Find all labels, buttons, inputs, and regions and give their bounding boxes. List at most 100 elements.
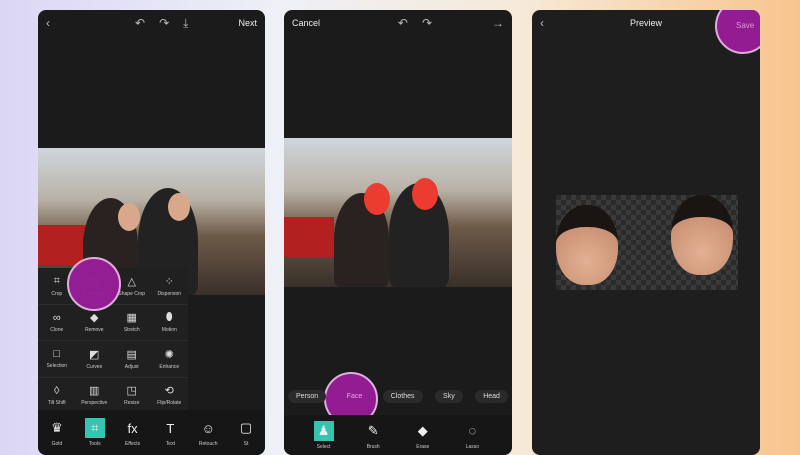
toolbar-label: Effects bbox=[124, 441, 141, 447]
tool-label: Adjust bbox=[124, 363, 139, 370]
selection-tool-label: Erase bbox=[416, 443, 430, 450]
chip-head[interactable]: Head bbox=[475, 390, 508, 403]
selection-tool-icon: ◌ bbox=[468, 423, 477, 438]
toolbar-item[interactable]: ▢ St bbox=[236, 418, 256, 447]
photo bbox=[284, 138, 512, 287]
tool-icon: ⬮ bbox=[165, 311, 173, 324]
tool-item[interactable]: ▥ Perspective bbox=[75, 378, 113, 414]
preview-screen: ‹ Preview Save bbox=[532, 10, 760, 455]
tool-label: Selection bbox=[46, 363, 68, 370]
tool-icon: △ bbox=[127, 275, 136, 288]
selection-tool[interactable]: ♟ Select bbox=[313, 420, 334, 450]
toolbar-label: St bbox=[243, 441, 249, 447]
selection-tool[interactable]: ◌ Lasso bbox=[462, 421, 482, 450]
tool-icon: ◩ bbox=[89, 348, 100, 361]
transparent-canvas bbox=[556, 195, 738, 290]
tool-item[interactable]: ◊ Tilt Shift bbox=[38, 378, 76, 414]
bottom-toolbar: ♛ Gold ⌗ Tools fx Effects T Text ☺ Retouch ▢ St bbox=[38, 410, 265, 455]
redo-icon[interactable]: ↷ bbox=[159, 16, 169, 30]
toolbar-item[interactable]: ☺ Retouch bbox=[198, 418, 218, 448]
tool-icon: ∞ bbox=[52, 311, 61, 324]
toolbar-item[interactable]: ⌗ Tools bbox=[84, 418, 105, 447]
toolbar-icon: T bbox=[166, 420, 175, 436]
tool-item[interactable]: □ Selection bbox=[38, 341, 76, 378]
toolbar-icon: ♛ bbox=[51, 420, 63, 435]
select-screen: Cancel ↶ ↷ → Person Face Clothes Sky Head ♟ S… bbox=[284, 10, 512, 455]
next-button[interactable]: Next bbox=[238, 18, 257, 28]
selection-tool-icon: ♟ bbox=[313, 420, 334, 441]
selection-tool-icon: ◆ bbox=[417, 422, 428, 438]
tool-label: Crop bbox=[51, 290, 63, 297]
cutout-face bbox=[671, 195, 733, 275]
tool-label: Remove bbox=[84, 327, 104, 334]
tool-icon: ▤ bbox=[126, 348, 137, 361]
tool-label: Motion bbox=[161, 327, 177, 334]
tool-icon: ▦ bbox=[126, 312, 137, 325]
selection-tool-label: Lasso bbox=[465, 443, 480, 450]
cancel-button[interactable]: Cancel bbox=[292, 18, 320, 28]
selection-tool[interactable]: ◆ Erase bbox=[413, 421, 433, 450]
toolbar-item[interactable]: T Text bbox=[160, 418, 180, 448]
top-bar: Cancel ↶ ↷ → bbox=[284, 10, 512, 36]
toolbar-label: Retouch bbox=[198, 441, 218, 447]
back-icon[interactable]: ‹ bbox=[540, 16, 544, 30]
tool-icon: ✺ bbox=[164, 348, 174, 361]
tool-item[interactable]: ▤ Adjust bbox=[113, 341, 151, 378]
toolbar-icon: ⌗ bbox=[84, 418, 105, 438]
chip-person[interactable]: Person bbox=[288, 390, 327, 403]
selection-tool-icon: ✎ bbox=[367, 422, 379, 438]
download-icon[interactable]: ⤓ bbox=[183, 16, 188, 31]
tool-item[interactable]: ▦ Stretch bbox=[113, 305, 151, 341]
editor-screen: ‹ ↶ ↷ ⤓ Next ⌗Crop⬭Free Crop△Shape Crop⁘… bbox=[38, 10, 265, 455]
toolbar-icon: fx bbox=[127, 420, 138, 436]
tool-icon: ◳ bbox=[126, 385, 137, 398]
toolbar-item[interactable]: ♛ Gold bbox=[47, 418, 67, 447]
next-arrow-icon[interactable]: → bbox=[492, 16, 504, 30]
tool-item[interactable]: ◩ Curves bbox=[75, 341, 113, 378]
undo-icon[interactable]: ↶ bbox=[135, 16, 145, 30]
chip-sky[interactable]: Sky bbox=[435, 390, 463, 403]
tool-icon: ⁘ bbox=[164, 275, 174, 288]
cutout-face bbox=[556, 205, 618, 285]
category-chips: Person Face Clothes Sky Head bbox=[288, 390, 508, 403]
chip-clothes[interactable]: Clothes bbox=[382, 390, 423, 403]
redo-icon[interactable]: ↷ bbox=[422, 16, 432, 30]
tool-icon: ▥ bbox=[89, 385, 100, 398]
tool-icon: □ bbox=[53, 348, 61, 361]
toolbar-icon: ▢ bbox=[239, 420, 253, 435]
tool-icon: ◊ bbox=[54, 384, 60, 397]
tool-icon: ◆ bbox=[90, 312, 99, 325]
tool-icon: ⌗ bbox=[53, 274, 60, 287]
toolbar-label: Gold bbox=[51, 441, 63, 447]
tool-label: Perspective bbox=[81, 400, 108, 407]
toolbar-item[interactable]: fx Effects bbox=[123, 418, 143, 448]
tool-label: Shape Crop bbox=[118, 290, 146, 297]
tool-label: Flip/Rotate bbox=[157, 400, 182, 407]
selection-tool-label: Select bbox=[316, 443, 331, 450]
selection-tool-label: Brush bbox=[366, 443, 380, 450]
tool-item[interactable]: ⟲ Flip/Rotate bbox=[150, 378, 188, 414]
bottom-toolbar: ♟ Select ✎ Brush ◆ Erase ◌ Lasso bbox=[284, 415, 512, 455]
tool-item[interactable]: ✺ Enhance bbox=[150, 341, 188, 378]
selection-tool[interactable]: ✎ Brush bbox=[363, 421, 383, 450]
tool-item[interactable]: ⬮ Motion bbox=[150, 305, 188, 341]
tap-highlight bbox=[715, 10, 760, 54]
tool-item[interactable]: ∞ Clone bbox=[38, 305, 76, 341]
tool-label: Curves bbox=[86, 363, 103, 370]
tool-label: Stretch bbox=[123, 327, 140, 334]
tool-label: Resize bbox=[124, 400, 140, 407]
face-mask bbox=[364, 183, 390, 215]
tool-item[interactable]: ◳ Resize bbox=[113, 378, 151, 414]
chip-face[interactable]: Face bbox=[339, 390, 371, 403]
save-button[interactable]: Save bbox=[736, 21, 754, 30]
undo-icon[interactable]: ↶ bbox=[398, 16, 408, 30]
tool-icon: ⟲ bbox=[164, 385, 174, 398]
toolbar-label: Tools bbox=[88, 441, 101, 447]
tool-item[interactable]: ⁘ Dispersion bbox=[150, 268, 188, 305]
toolbar-label: Text bbox=[165, 441, 175, 447]
tool-label: Dispersion bbox=[157, 290, 182, 297]
back-icon[interactable]: ‹ bbox=[46, 16, 50, 30]
tap-highlight bbox=[67, 257, 121, 311]
preview-title: Preview bbox=[629, 18, 662, 28]
tool-label: Enhance bbox=[159, 363, 180, 370]
